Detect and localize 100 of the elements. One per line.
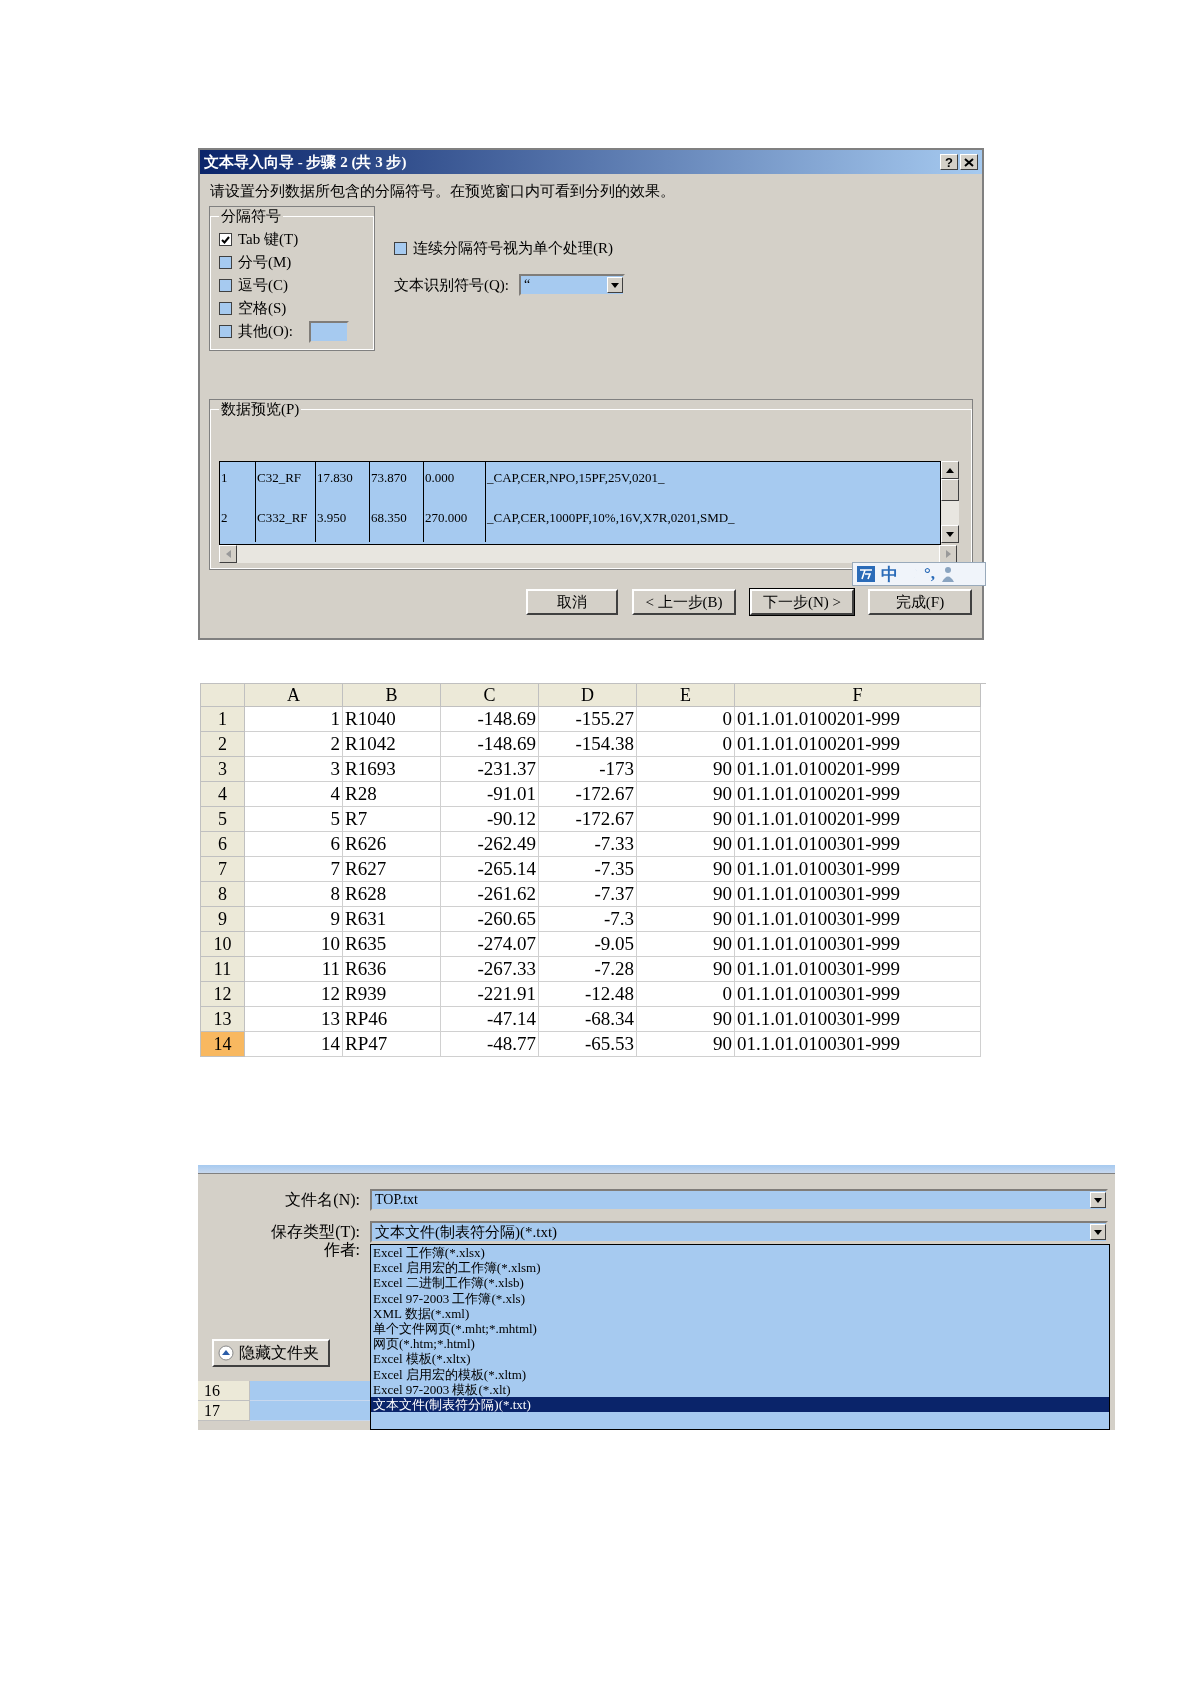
ime-punctuation-text[interactable]: °, bbox=[924, 564, 936, 584]
row-header[interactable]: 13 bbox=[201, 1007, 245, 1032]
column-header[interactable]: B bbox=[343, 684, 441, 707]
row-header[interactable]: 10 bbox=[201, 932, 245, 957]
table-cell: 01.1.01.0100301-999 bbox=[735, 1032, 981, 1057]
row-header[interactable]: 6 bbox=[201, 832, 245, 857]
table-cell: -148.69 bbox=[441, 707, 539, 732]
table-cell: 01.1.01.0100301-999 bbox=[735, 1007, 981, 1032]
vertical-scrollbar[interactable] bbox=[941, 461, 959, 543]
dropdown-arrow-icon[interactable] bbox=[1094, 1197, 1102, 1203]
list-item[interactable]: XML 数据(*.xml) bbox=[371, 1305, 1109, 1321]
checkbox[interactable] bbox=[219, 325, 232, 338]
table-cell: -172.67 bbox=[539, 807, 637, 832]
option-label: 连续分隔符号视为单个处理(R) bbox=[413, 239, 613, 258]
table-cell: 90 bbox=[637, 782, 735, 807]
table-cell: RP47 bbox=[343, 1032, 441, 1057]
column-header[interactable]: D bbox=[539, 684, 637, 707]
other-input-field[interactable] bbox=[309, 320, 349, 343]
preview-cell: C332_RF bbox=[256, 502, 316, 542]
checkbox[interactable] bbox=[219, 279, 232, 292]
table-cell: R631 bbox=[343, 907, 441, 932]
table-cell: 90 bbox=[637, 1032, 735, 1057]
table-cell: 7 bbox=[245, 857, 343, 882]
preview-cell: 3.950 bbox=[316, 502, 370, 542]
table-cell: 01.1.01.0100301-999 bbox=[735, 982, 981, 1007]
ime-mode-text[interactable]: 中 bbox=[881, 562, 898, 586]
checkbox[interactable] bbox=[219, 302, 232, 315]
list-item[interactable]: Excel 启用宏的工作簿(*.xlsm) bbox=[371, 1260, 1109, 1276]
list-item[interactable]: Excel 二进制工作簿(*.xlsb) bbox=[371, 1275, 1109, 1291]
dialog-button[interactable]: 下一步(N) > bbox=[750, 589, 854, 615]
table-cell: R1693 bbox=[343, 757, 441, 782]
row-header[interactable]: 9 bbox=[201, 907, 245, 932]
list-item[interactable]: Excel 97-2003 模板(*.xlt) bbox=[371, 1381, 1109, 1397]
dialog-button[interactable]: 取消 bbox=[526, 589, 618, 615]
table-cell: -65.53 bbox=[539, 1032, 637, 1057]
table-cell: -231.37 bbox=[441, 757, 539, 782]
row-header[interactable]: 12 bbox=[201, 982, 245, 1007]
collapse-icon bbox=[218, 1345, 234, 1361]
option-label: 空格(S) bbox=[238, 299, 287, 318]
table-cell: -173 bbox=[539, 757, 637, 782]
dropdown-arrow-icon[interactable] bbox=[1094, 1229, 1102, 1235]
row-header[interactable]: 8 bbox=[201, 882, 245, 907]
column-header[interactable]: A bbox=[245, 684, 343, 707]
table-cell: 12 bbox=[245, 982, 343, 1007]
table-cell: 01.1.01.0100301-999 bbox=[735, 832, 981, 857]
option-label: 分号(M) bbox=[238, 253, 292, 272]
list-item[interactable]: Excel 启用宏的模板(*.xltm) bbox=[371, 1366, 1109, 1382]
table-cell: -7.28 bbox=[539, 957, 637, 982]
table-cell: -48.77 bbox=[441, 1032, 539, 1057]
ime-logo-icon[interactable] bbox=[857, 566, 875, 582]
table-cell: 11 bbox=[245, 957, 343, 982]
table-cell: 01.1.01.0100301-999 bbox=[735, 907, 981, 932]
checkbox[interactable] bbox=[394, 242, 407, 255]
table-cell: 1 bbox=[245, 707, 343, 732]
table-cell: 0 bbox=[637, 732, 735, 757]
table-cell: 90 bbox=[637, 957, 735, 982]
list-item[interactable]: 文本文件(制表符分隔)(*.txt) bbox=[371, 1396, 1109, 1413]
row-header[interactable]: 16 bbox=[198, 1381, 250, 1401]
row-header[interactable]: 4 bbox=[201, 782, 245, 807]
column-header[interactable]: C bbox=[441, 684, 539, 707]
table-cell: 8 bbox=[245, 882, 343, 907]
table-cell: RP46 bbox=[343, 1007, 441, 1032]
row-header[interactable]: 14 bbox=[201, 1032, 245, 1057]
checkbox[interactable] bbox=[219, 233, 232, 246]
help-button[interactable]: ? bbox=[940, 154, 958, 170]
list-item[interactable]: 单个文件网页(*.mht;*.mhtml) bbox=[371, 1320, 1109, 1337]
filename-field[interactable]: TOP.txt bbox=[370, 1189, 1108, 1211]
table-cell: 90 bbox=[637, 1007, 735, 1032]
list-item[interactable]: Excel 97-2003 工作簿(*.xls) bbox=[371, 1290, 1109, 1306]
preview-cell: 17.830 bbox=[316, 462, 370, 502]
scroll-up-icon[interactable] bbox=[946, 467, 954, 473]
row-header[interactable]: 1 bbox=[201, 707, 245, 732]
table-cell: 90 bbox=[637, 807, 735, 832]
file-type-dropdown[interactable]: 文本文件(制表符分隔)(*.txt) bbox=[370, 1221, 1108, 1243]
table-cell: R627 bbox=[343, 857, 441, 882]
table-cell: -7.3 bbox=[539, 907, 637, 932]
row-header[interactable]: 2 bbox=[201, 732, 245, 757]
checkbox[interactable] bbox=[219, 256, 232, 269]
preview-cell-text: _CAP,CER,1000PF,10%,16V,X7R,0201,SMD_ bbox=[486, 509, 736, 527]
list-item[interactable]: 网页(*.htm;*.html) bbox=[371, 1336, 1109, 1352]
close-icon[interactable] bbox=[960, 154, 978, 170]
row-header[interactable]: 17 bbox=[198, 1401, 250, 1421]
column-header[interactable]: F bbox=[735, 684, 981, 707]
qualifier-dropdown[interactable]: “ bbox=[519, 274, 625, 296]
file-type-label: 保存类型(T): bbox=[270, 1221, 361, 1241]
row-header[interactable]: 7 bbox=[201, 857, 245, 882]
column-header[interactable]: E bbox=[637, 684, 735, 707]
table-cell: -47.14 bbox=[441, 1007, 539, 1032]
row-header[interactable]: 3 bbox=[201, 757, 245, 782]
list-item[interactable]: Excel 模板(*.xltx) bbox=[371, 1351, 1109, 1367]
row-header[interactable]: 5 bbox=[201, 807, 245, 832]
hide-folders-button[interactable]: 隐藏文件夹 bbox=[212, 1339, 330, 1367]
list-item[interactable]: Excel 工作簿(*.xlsx) bbox=[371, 1245, 1109, 1261]
dialog-button[interactable]: 完成(F) bbox=[868, 589, 972, 615]
table-cell: 3 bbox=[245, 757, 343, 782]
scroll-down-icon[interactable] bbox=[946, 531, 954, 537]
row-header[interactable]: 11 bbox=[201, 957, 245, 982]
table-cell: 90 bbox=[637, 757, 735, 782]
dialog-button[interactable]: < 上一步(B) bbox=[632, 589, 736, 615]
dropdown-arrow-icon[interactable] bbox=[611, 282, 619, 288]
